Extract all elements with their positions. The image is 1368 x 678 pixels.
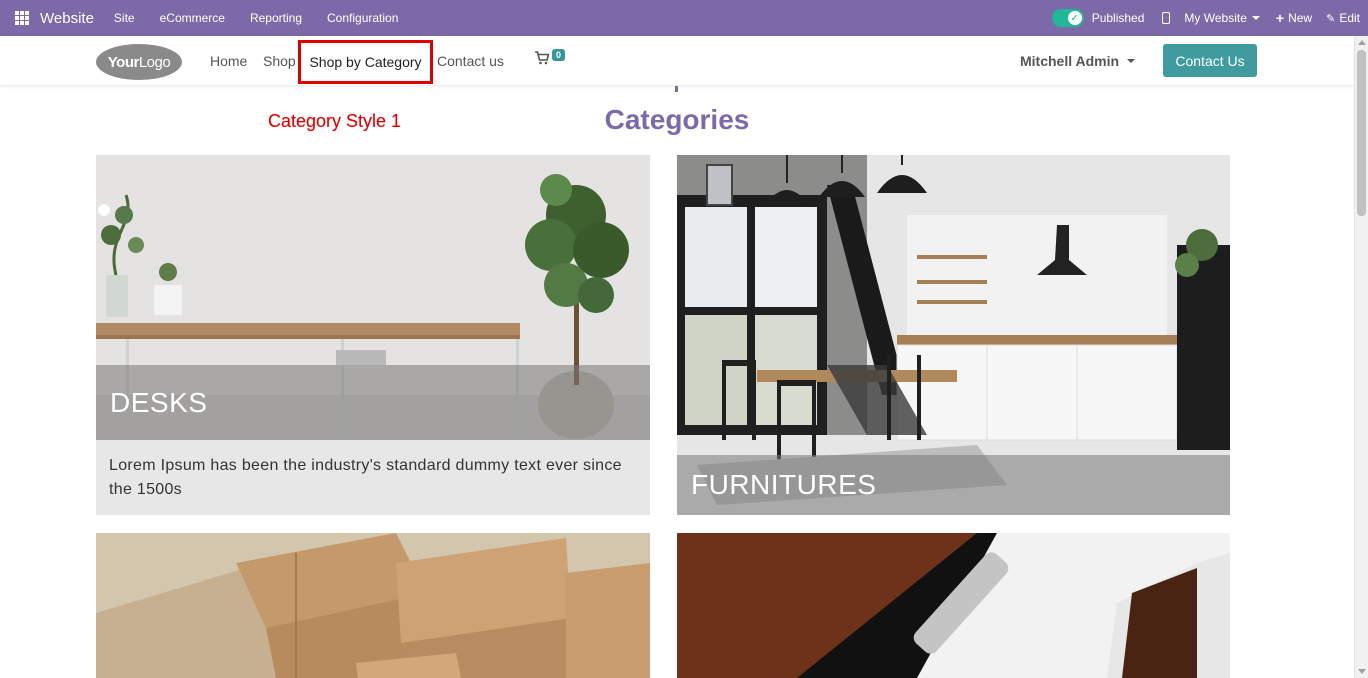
nav-home[interactable]: Home [210, 36, 247, 86]
user-name: Mitchell Admin [1020, 53, 1120, 69]
category-description-desks: Lorem Ipsum has been the industry's stan… [96, 440, 650, 515]
nav-shop[interactable]: Shop [263, 36, 296, 86]
section-title: Categories [604, 104, 750, 135]
website-editor-bar: Website Site eCommerce Reporting Configu… [0, 0, 1368, 36]
edit-button[interactable]: ✎ Edit [1326, 11, 1360, 25]
cart-icon[interactable] [535, 51, 549, 65]
drawers-image [677, 533, 1230, 678]
edit-label: Edit [1339, 11, 1360, 25]
user-menu[interactable]: Mitchell Admin [1020, 36, 1136, 86]
check-icon: ✓ [1067, 11, 1082, 25]
site-logo[interactable]: Your Logo [96, 44, 182, 80]
menu-site[interactable]: Site [114, 11, 135, 25]
boxes-image [96, 533, 650, 678]
category-card-furnitures[interactable]: FURNITURES [677, 155, 1230, 515]
scroll-up-arrow-icon[interactable] [1358, 40, 1366, 45]
nav-contact-us[interactable]: Contact us [437, 36, 504, 86]
app-title[interactable]: Website [40, 10, 94, 27]
caret-down-icon [1127, 59, 1136, 63]
site-header: Your Logo Home Shop Shop by Category Cont… [0, 36, 1354, 86]
my-website-dropdown[interactable]: My Website [1184, 11, 1260, 25]
scroll-thumb[interactable] [1357, 50, 1366, 216]
category-card-boxes[interactable] [96, 533, 650, 678]
new-button[interactable]: + New [1276, 10, 1312, 26]
logo-text-bold: Your [107, 53, 140, 71]
category-card-desks[interactable]: DESKS Lorem Ipsum has been the industry'… [96, 155, 650, 515]
published-toggle[interactable]: ✓ [1051, 9, 1084, 27]
page-scrollbar[interactable] [1354, 36, 1368, 678]
cart-count-badge: 0 [552, 49, 566, 61]
my-website-label: My Website [1184, 11, 1247, 25]
plus-icon: + [1275, 10, 1285, 26]
new-label: New [1288, 11, 1313, 25]
scroll-down-arrow-icon[interactable] [1358, 669, 1366, 674]
menu-ecommerce[interactable]: eCommerce [160, 11, 225, 25]
caret-down-icon [1251, 16, 1260, 20]
mobile-preview-icon[interactable] [1162, 12, 1171, 24]
apps-grid-icon[interactable] [15, 11, 29, 25]
logo-text-thin: Logo [138, 53, 171, 71]
published-label: Published [1091, 11, 1145, 25]
menu-configuration[interactable]: Configuration [327, 11, 398, 25]
category-title-furnitures: FURNITURES [677, 455, 1230, 515]
category-card-drawers[interactable] [677, 533, 1230, 678]
contact-us-button[interactable]: Contact Us [1163, 44, 1257, 77]
category-title-desks: DESKS [96, 365, 650, 440]
pencil-icon: ✎ [1326, 12, 1336, 25]
decorative-mark [675, 86, 678, 92]
menu-reporting[interactable]: Reporting [250, 11, 302, 25]
nav-shop-by-category[interactable]: Shop by Category [298, 40, 433, 84]
